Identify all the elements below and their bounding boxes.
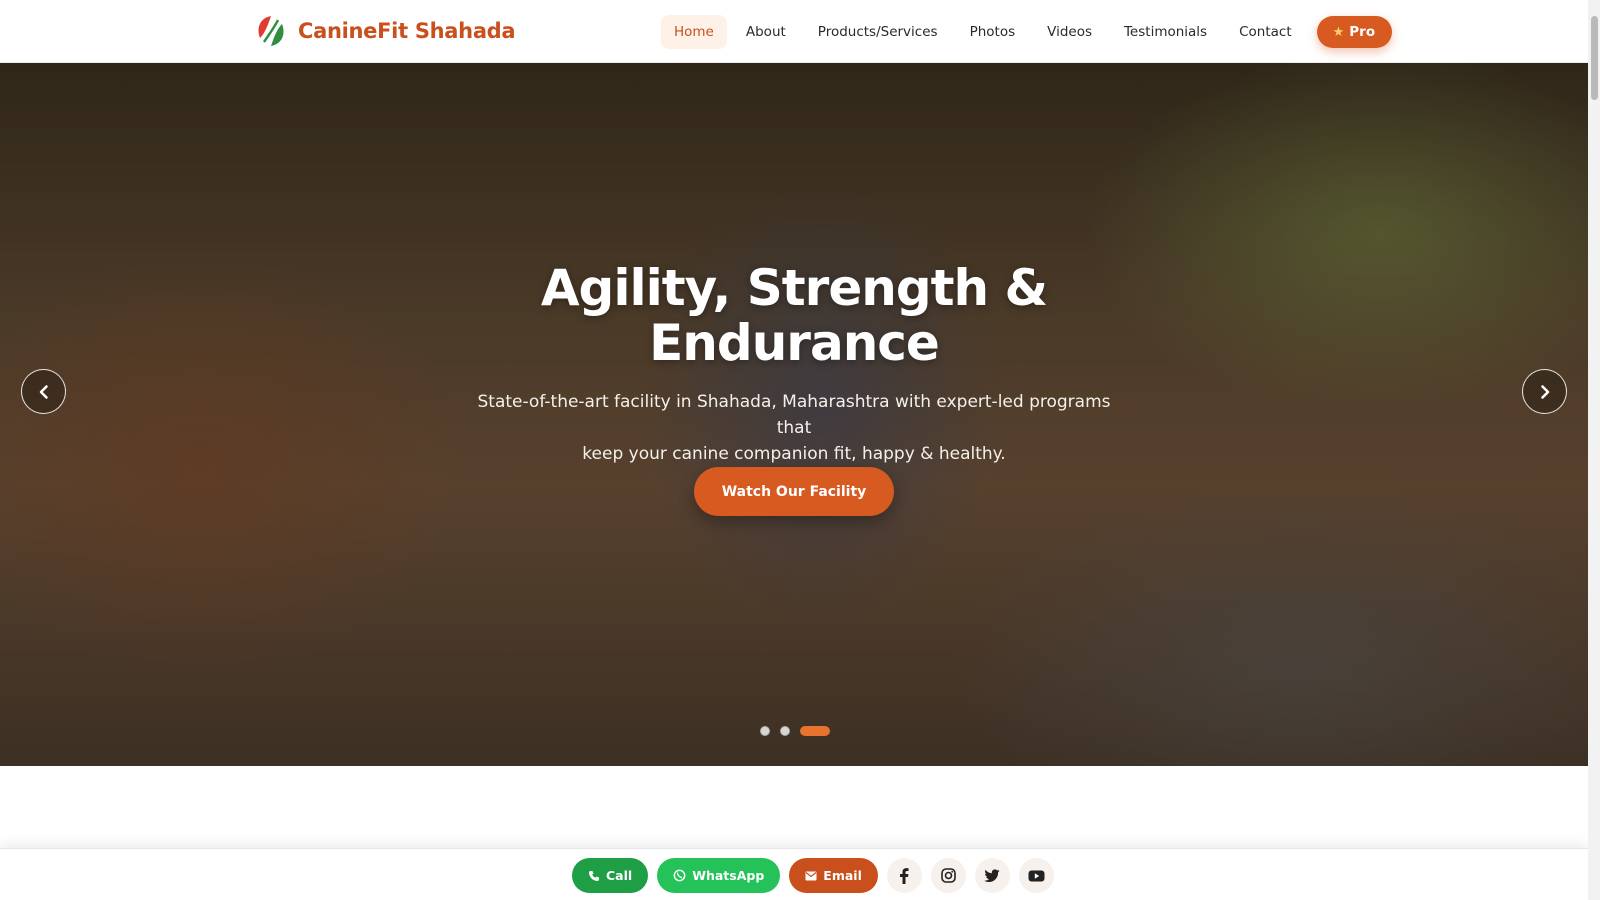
bottom-actions: Call WhatsApp Email <box>572 858 1054 893</box>
twitter-button[interactable] <box>974 858 1010 893</box>
hero-subtitle-line-1: State-of-the-art facility in Shahada, Ma… <box>477 392 1111 438</box>
carousel-dot-2[interactable] <box>780 726 790 736</box>
leaf-logo-icon <box>255 15 287 47</box>
whatsapp-button[interactable]: WhatsApp <box>657 858 781 893</box>
call-button[interactable]: Call <box>572 858 649 893</box>
carousel-dots <box>760 726 830 736</box>
youtube-button[interactable] <box>1018 858 1054 893</box>
chevron-left-icon <box>39 384 48 399</box>
email-button[interactable]: Email <box>789 858 878 893</box>
hero-carousel: Agility, Strength & Endurance State-of-t… <box>0 63 1588 766</box>
bottom-action-bar: Call WhatsApp Email <box>0 848 1588 900</box>
chevron-right-icon <box>1540 384 1549 399</box>
nav-about[interactable]: About <box>733 15 799 49</box>
page-scrollbar[interactable] <box>1588 0 1600 900</box>
phone-icon <box>589 870 599 881</box>
call-label: Call <box>606 868 633 883</box>
carousel-dot-3[interactable] <box>800 726 830 736</box>
brand[interactable]: CanineFit Shahada <box>254 14 516 48</box>
next-section <box>0 766 1588 848</box>
nav-videos[interactable]: Videos <box>1034 15 1105 49</box>
twitter-icon <box>984 868 1000 882</box>
envelope-icon <box>805 871 817 880</box>
nav-photos[interactable]: Photos <box>957 15 1029 49</box>
pro-button[interactable]: ★ Pro <box>1316 16 1393 48</box>
watch-facility-button[interactable]: Watch Our Facility <box>694 467 894 516</box>
whatsapp-label: WhatsApp <box>692 868 765 883</box>
scrollbar-thumb[interactable] <box>1591 16 1598 100</box>
pro-label: Pro <box>1349 24 1376 40</box>
hero-subtitle-line-2: keep your canine companion fit, happy & … <box>582 444 1006 464</box>
hero-title-line-2: Endurance <box>649 314 940 372</box>
star-icon: ★ <box>1332 24 1345 40</box>
carousel-next-button[interactable] <box>1522 369 1567 414</box>
facebook-button[interactable] <box>886 858 922 893</box>
instagram-button[interactable] <box>930 858 966 893</box>
main-nav: Home About Products/Services Photos Vide… <box>661 15 1393 49</box>
instagram-icon <box>941 868 956 883</box>
hero-title: Agility, Strength & Endurance <box>0 261 1588 371</box>
nav-testimonials[interactable]: Testimonials <box>1111 15 1220 49</box>
nav-contact[interactable]: Contact <box>1226 15 1305 49</box>
hero-title-line-1: Agility, Strength & <box>540 259 1048 317</box>
brand-name: CanineFit Shahada <box>298 19 516 43</box>
carousel-dot-1[interactable] <box>760 726 770 736</box>
site-header: CanineFit Shahada Home About Products/Se… <box>0 0 1588 63</box>
nav-home[interactable]: Home <box>661 15 727 49</box>
facebook-icon <box>900 867 909 884</box>
email-label: Email <box>823 868 862 883</box>
nav-products-services[interactable]: Products/Services <box>805 15 951 49</box>
carousel-prev-button[interactable] <box>21 369 66 414</box>
youtube-icon <box>1028 870 1045 881</box>
hero-subtitle: State-of-the-art facility in Shahada, Ma… <box>464 389 1124 467</box>
whatsapp-icon <box>673 869 686 882</box>
